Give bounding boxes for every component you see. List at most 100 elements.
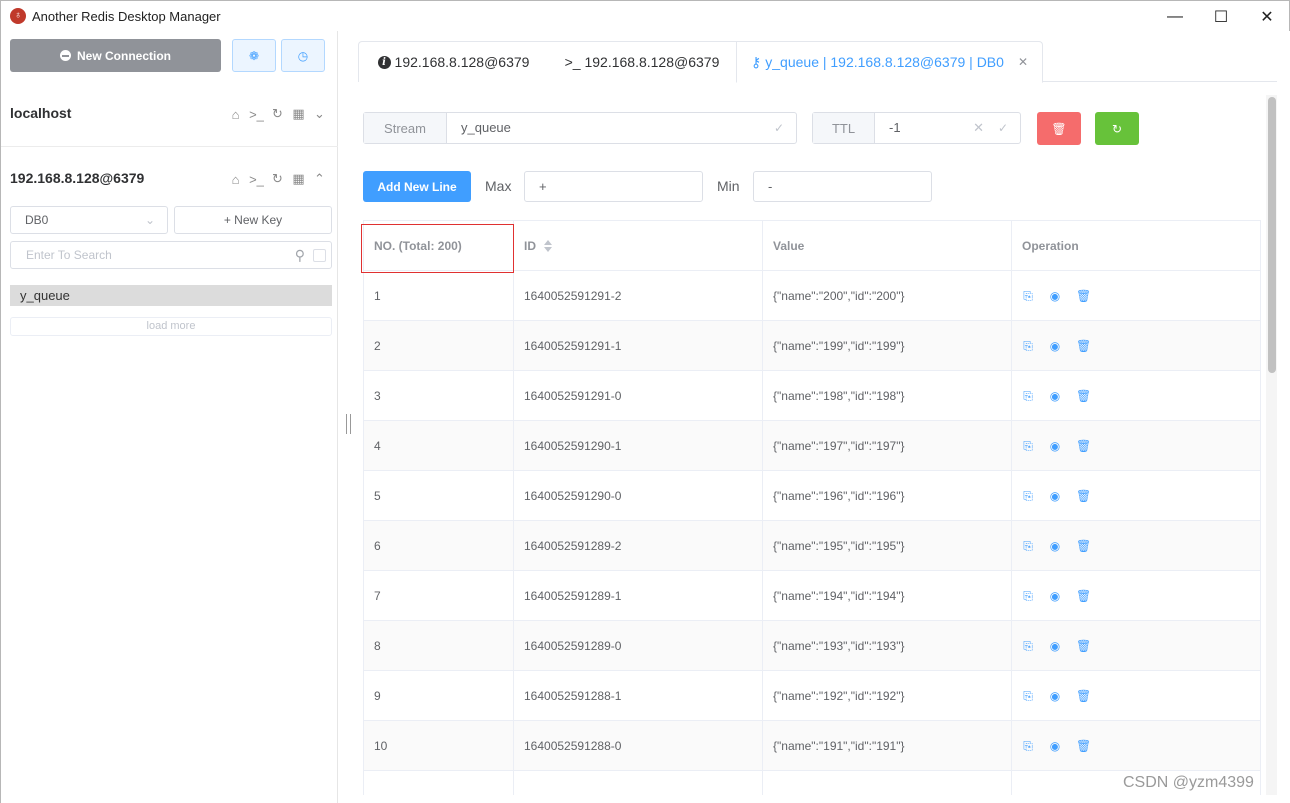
trash-icon[interactable]: 🗑︎ [1076,389,1091,404]
copy-icon[interactable]: ⎘ [1022,289,1034,304]
delete-key-button[interactable]: 🗑︎ [1037,112,1081,145]
view-icon[interactable]: ◉ [1049,339,1061,354]
exact-search-checkbox[interactable] [313,249,326,262]
trash-icon[interactable]: 🗑︎ [1076,739,1091,754]
new-connection-label: New Connection [76,48,171,63]
view-icon[interactable]: ◉ [1049,389,1061,404]
ttl-input[interactable]: -1 ✕ ✓ [875,113,1020,143]
view-icon[interactable]: ◉ [1049,539,1061,554]
copy-icon[interactable]: ⎘ [1022,589,1034,604]
copy-icon[interactable]: ⎘ [1022,489,1034,504]
tab-bar: i 192.168.8.128@6379 >_ 192.168.8.128@63… [358,41,1277,83]
cell-operation: ⎘ ◉ 🗑︎ [1012,271,1260,321]
clock-icon: ◷ [297,48,309,63]
settings-button[interactable]: ❁ [232,39,276,72]
column-header-no: NO. (Total: 200) [364,221,514,271]
close-tab-icon[interactable]: ✕ [1018,55,1028,69]
chevron-up-icon[interactable]: ⌃ [312,171,327,187]
grid-icon[interactable]: ▦ [291,106,306,122]
tab-key-detail[interactable]: ⚷ y_queue | 192.168.8.128@6379 | DB0 ✕ [736,41,1043,83]
trash-icon[interactable]: 🗑︎ [1076,439,1091,454]
tab-label: >_ 192.168.8.128@6379 [564,54,720,70]
trash-icon[interactable]: 🗑︎ [1076,689,1091,704]
close-window-button[interactable]: ✕ [1244,1,1290,32]
min-input[interactable]: - [753,171,932,202]
history-button[interactable]: ◷ [281,39,325,72]
trash-icon[interactable]: 🗑︎ [1076,489,1091,504]
copy-icon[interactable]: ⎘ [1022,389,1034,404]
grid-icon[interactable]: ▦ [291,171,306,187]
view-icon[interactable]: ◉ [1049,489,1061,504]
view-icon[interactable]: ◉ [1049,689,1061,704]
db-select[interactable]: DB0 ⌄ [10,206,168,234]
view-icon[interactable]: ◉ [1049,589,1061,604]
home-icon[interactable]: ⌂ [228,172,243,187]
new-key-button[interactable]: + New Key [174,206,332,234]
key-list-item[interactable]: y_queue [10,285,332,306]
clear-icon[interactable]: ✕ [973,113,984,143]
trash-icon[interactable]: 🗑︎ [1076,539,1091,554]
copy-icon[interactable]: ⎘ [1022,339,1034,354]
check-icon[interactable]: ✓ [998,113,1008,143]
cell-no: 4 [364,421,514,471]
trash-icon[interactable]: 🗑︎ [1076,589,1091,604]
trash-icon[interactable]: 🗑︎ [1076,289,1091,304]
table-row: 10 1640052591288-0 {"name":"191","id":"191… [364,721,1260,771]
key-name-field: Stream y_queue ✓ [363,112,797,144]
cell-no: 1 [364,271,514,321]
refresh-key-button[interactable]: ↻ [1095,112,1139,145]
home-icon[interactable]: ⌂ [228,107,243,122]
search-icon[interactable]: ⚲ [295,242,305,268]
key-search-input[interactable]: Enter To Search ⚲ [10,241,332,269]
row-actions: ⎘ ◉ 🗑︎ [1022,339,1091,354]
copy-icon[interactable]: ⎘ [1022,639,1034,654]
view-icon[interactable]: ◉ [1049,739,1061,754]
terminal-icon[interactable]: >_ [249,107,264,122]
key-name-input[interactable]: y_queue ✓ [447,113,796,143]
load-more-button[interactable]: load more [10,317,332,336]
copy-icon[interactable]: ⎘ [1022,439,1034,454]
row-actions: ⎘ ◉ 🗑︎ [1022,689,1091,704]
refresh-icon[interactable]: ↻ [270,171,285,187]
max-input[interactable]: + [524,171,703,202]
table-row: 1 1640052591291-2 {"name":"200","id":"200"… [364,271,1260,321]
chevron-down-icon[interactable]: ⌄ [312,106,327,122]
view-icon[interactable]: ◉ [1049,439,1061,454]
connection-name-localhost[interactable]: localhost [10,105,71,121]
panel-resize-handle[interactable] [346,414,351,434]
trash-icon[interactable]: 🗑︎ [1076,639,1091,654]
cell-id: 1640052591289-2 [514,521,763,571]
add-new-line-button[interactable]: Add New Line [363,171,471,202]
cell-id: 1640052591291-1 [514,321,763,371]
minimize-button[interactable]: — [1152,1,1198,32]
view-icon[interactable]: ◉ [1049,289,1061,304]
connection-name-remote[interactable]: 192.168.8.128@6379 [10,170,144,186]
row-actions: ⎘ ◉ 🗑︎ [1022,739,1091,754]
row-actions: ⎘ ◉ 🗑︎ [1022,389,1091,404]
cell-value: {"name":"193","id":"193"} [763,621,1012,671]
refresh-icon[interactable]: ↻ [270,106,285,122]
view-icon[interactable]: ◉ [1049,639,1061,654]
minus-circle-icon [59,50,71,61]
cell-operation: ⎘ ◉ 🗑︎ [1012,621,1260,671]
sort-icon[interactable] [544,240,552,252]
terminal-icon[interactable]: >_ [249,172,264,187]
column-header-id[interactable]: ID [514,221,763,271]
copy-icon[interactable]: ⎘ [1022,689,1034,704]
tab-console[interactable]: >_ 192.168.8.128@6379 [548,41,737,82]
check-icon[interactable]: ✓ [774,113,784,143]
key-icon: ⚷ [751,53,762,70]
maximize-button[interactable]: ☐ [1198,1,1244,32]
tab-connection-info[interactable]: i 192.168.8.128@6379 [358,41,549,82]
cell-no: 6 [364,521,514,571]
table-row: 2 1640052591291-1 {"name":"199","id":"199"… [364,321,1260,371]
max-label: Max [485,178,512,194]
new-connection-button[interactable]: New Connection [10,39,221,72]
row-actions: ⎘ ◉ 🗑︎ [1022,289,1091,304]
copy-icon[interactable]: ⎘ [1022,739,1034,754]
cell-value: {"name":"195","id":"195"} [763,521,1012,571]
scrollbar-thumb[interactable] [1268,97,1276,373]
copy-icon[interactable]: ⎘ [1022,539,1034,554]
trash-icon[interactable]: 🗑︎ [1076,339,1091,354]
cell-no [364,771,514,795]
